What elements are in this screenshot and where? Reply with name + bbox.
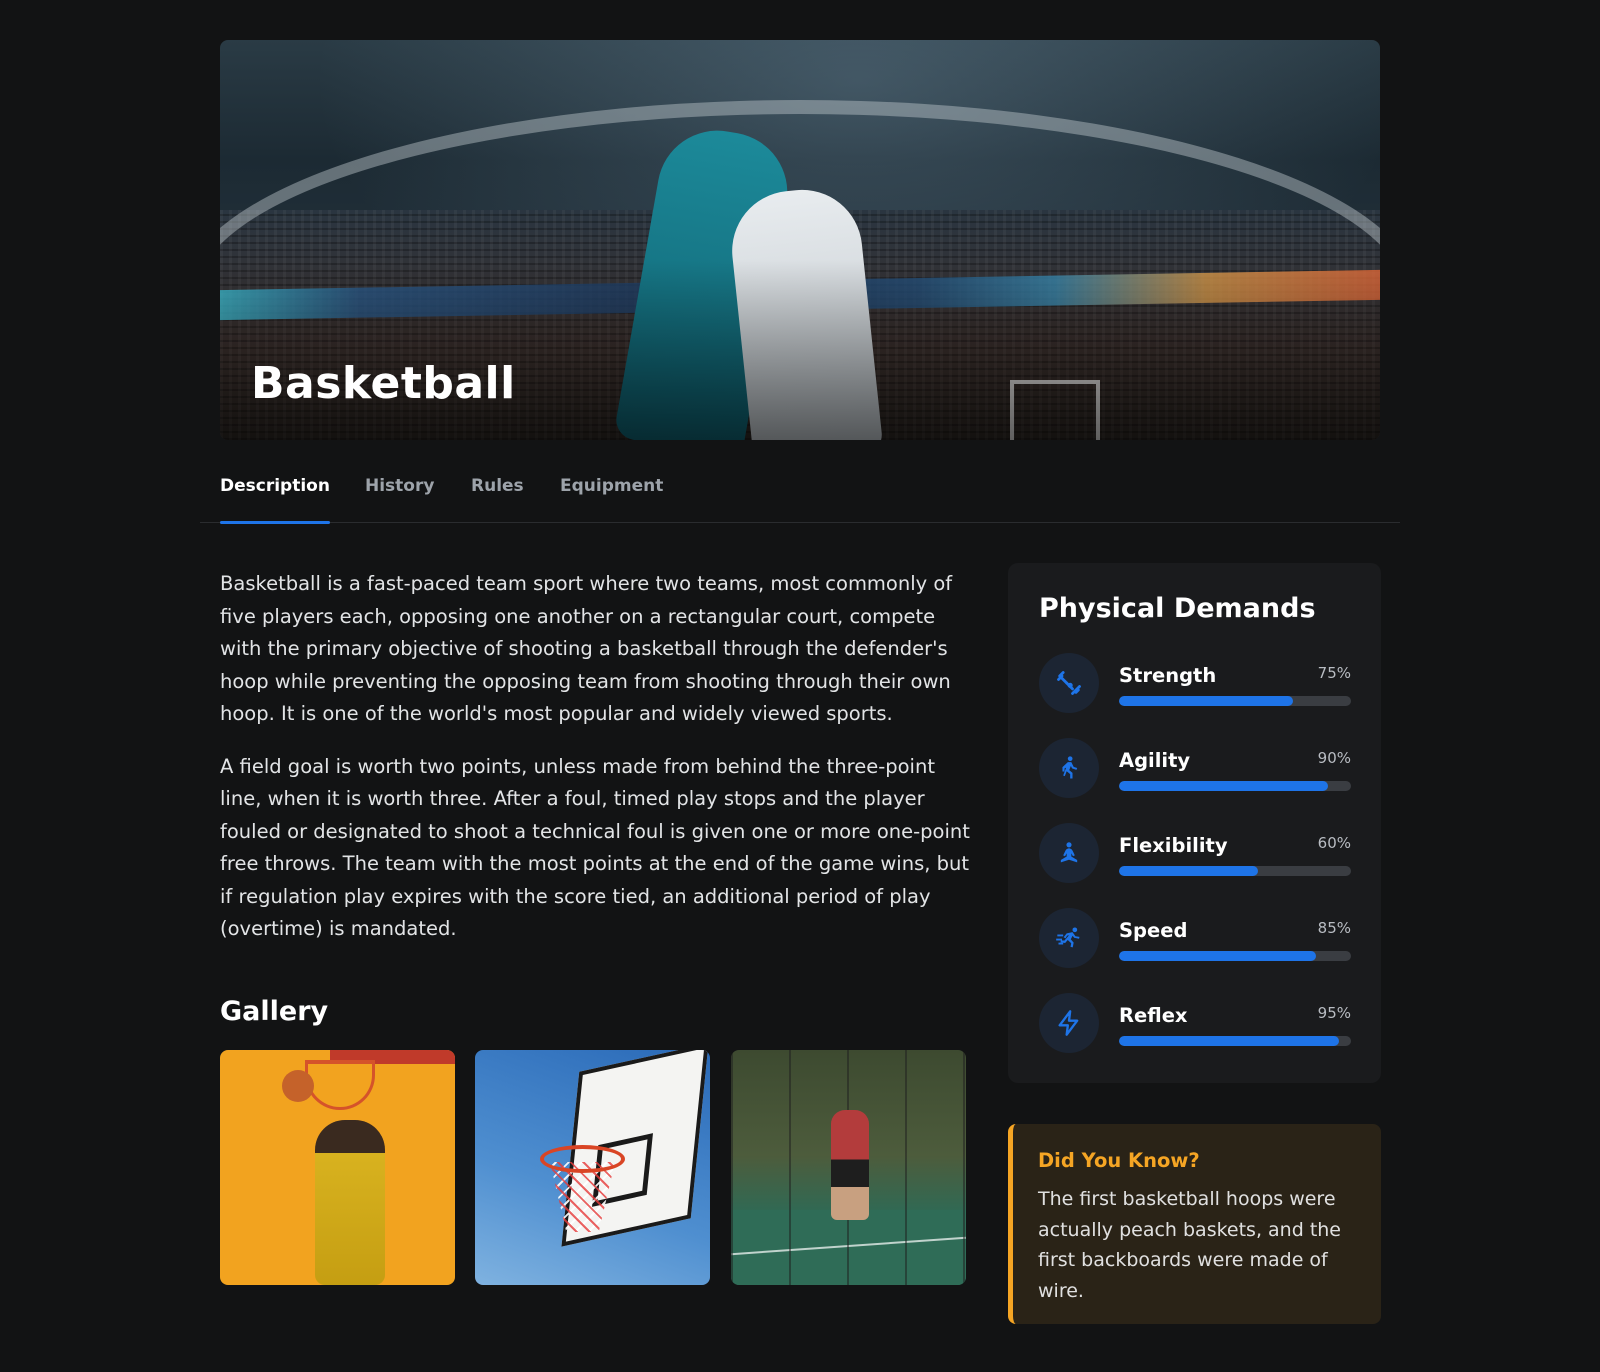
gallery-image-dunk[interactable]: [220, 1050, 455, 1285]
stat-value: 60%: [1317, 834, 1351, 852]
stat-progress-bar: [1119, 866, 1351, 876]
stat-progress-bar: [1119, 1036, 1351, 1046]
stat-label: Reflex: [1119, 1004, 1188, 1027]
hero-banner: Basketball: [220, 40, 1380, 440]
stat-flexibility: Flexibility 60%: [1039, 823, 1351, 883]
stat-progress-fill: [1119, 696, 1293, 706]
stat-progress-fill: [1119, 1036, 1340, 1046]
player-graphic: [315, 1120, 385, 1285]
running-icon: [1039, 738, 1099, 798]
stat-speed: Speed 85%: [1039, 908, 1351, 968]
physical-demands-title: Physical Demands: [1039, 593, 1316, 624]
description-paragraph: A field goal is worth two points, unless…: [220, 754, 970, 941]
lightning-icon: [1039, 993, 1099, 1053]
gallery-image-outdoor[interactable]: [731, 1050, 966, 1285]
tab-equipment[interactable]: Equipment: [560, 476, 663, 523]
stat-strength: Strength 75%: [1039, 653, 1351, 713]
stat-value: 85%: [1317, 919, 1351, 937]
stat-label: Strength: [1119, 664, 1217, 687]
description-section: Basketball is a fast-paced team sport wh…: [220, 568, 970, 966]
stat-label: Speed: [1119, 919, 1188, 942]
physical-demands-card: Physical Demands Strength 75% Agility 90…: [1008, 563, 1381, 1083]
description-paragraph: Basketball is a fast-paced team sport wh…: [220, 572, 953, 725]
stat-progress-fill: [1119, 781, 1328, 791]
stat-progress-fill: [1119, 866, 1259, 876]
stat-agility: Agility 90%: [1039, 738, 1351, 798]
stat-progress-bar: [1119, 781, 1351, 791]
stat-progress-bar: [1119, 951, 1351, 961]
stat-reflex: Reflex 95%: [1039, 993, 1351, 1053]
stat-progress-fill: [1119, 951, 1317, 961]
stat-label: Agility: [1119, 749, 1191, 772]
did-you-know-card: Did You Know? The first basketball hoops…: [1008, 1124, 1381, 1324]
stat-value: 90%: [1317, 749, 1351, 767]
page-title: Basketball: [251, 358, 516, 409]
did-you-know-text: The first basketball hoops were actually…: [1038, 1188, 1341, 1302]
stat-value: 95%: [1317, 1004, 1351, 1022]
tab-history[interactable]: History: [365, 476, 434, 523]
tab-description[interactable]: Description: [220, 476, 330, 524]
rim-graphic: [540, 1145, 625, 1173]
strength-icon: [1039, 653, 1099, 713]
stat-label: Flexibility: [1119, 834, 1228, 857]
player-graphic: [831, 1110, 869, 1220]
tab-rules[interactable]: Rules: [471, 476, 524, 523]
stat-value: 75%: [1317, 664, 1351, 682]
did-you-know-title: Did You Know?: [1038, 1149, 1200, 1172]
yoga-icon: [1039, 823, 1099, 883]
hoop-graphic: [305, 1060, 375, 1110]
tab-bar: Description History Rules Equipment: [200, 463, 1400, 524]
basketball-graphic: [282, 1070, 314, 1102]
stat-progress-bar: [1119, 696, 1351, 706]
sprint-icon: [1039, 908, 1099, 968]
gallery-image-hoop[interactable]: [475, 1050, 710, 1285]
gallery-title: Gallery: [220, 996, 329, 1027]
